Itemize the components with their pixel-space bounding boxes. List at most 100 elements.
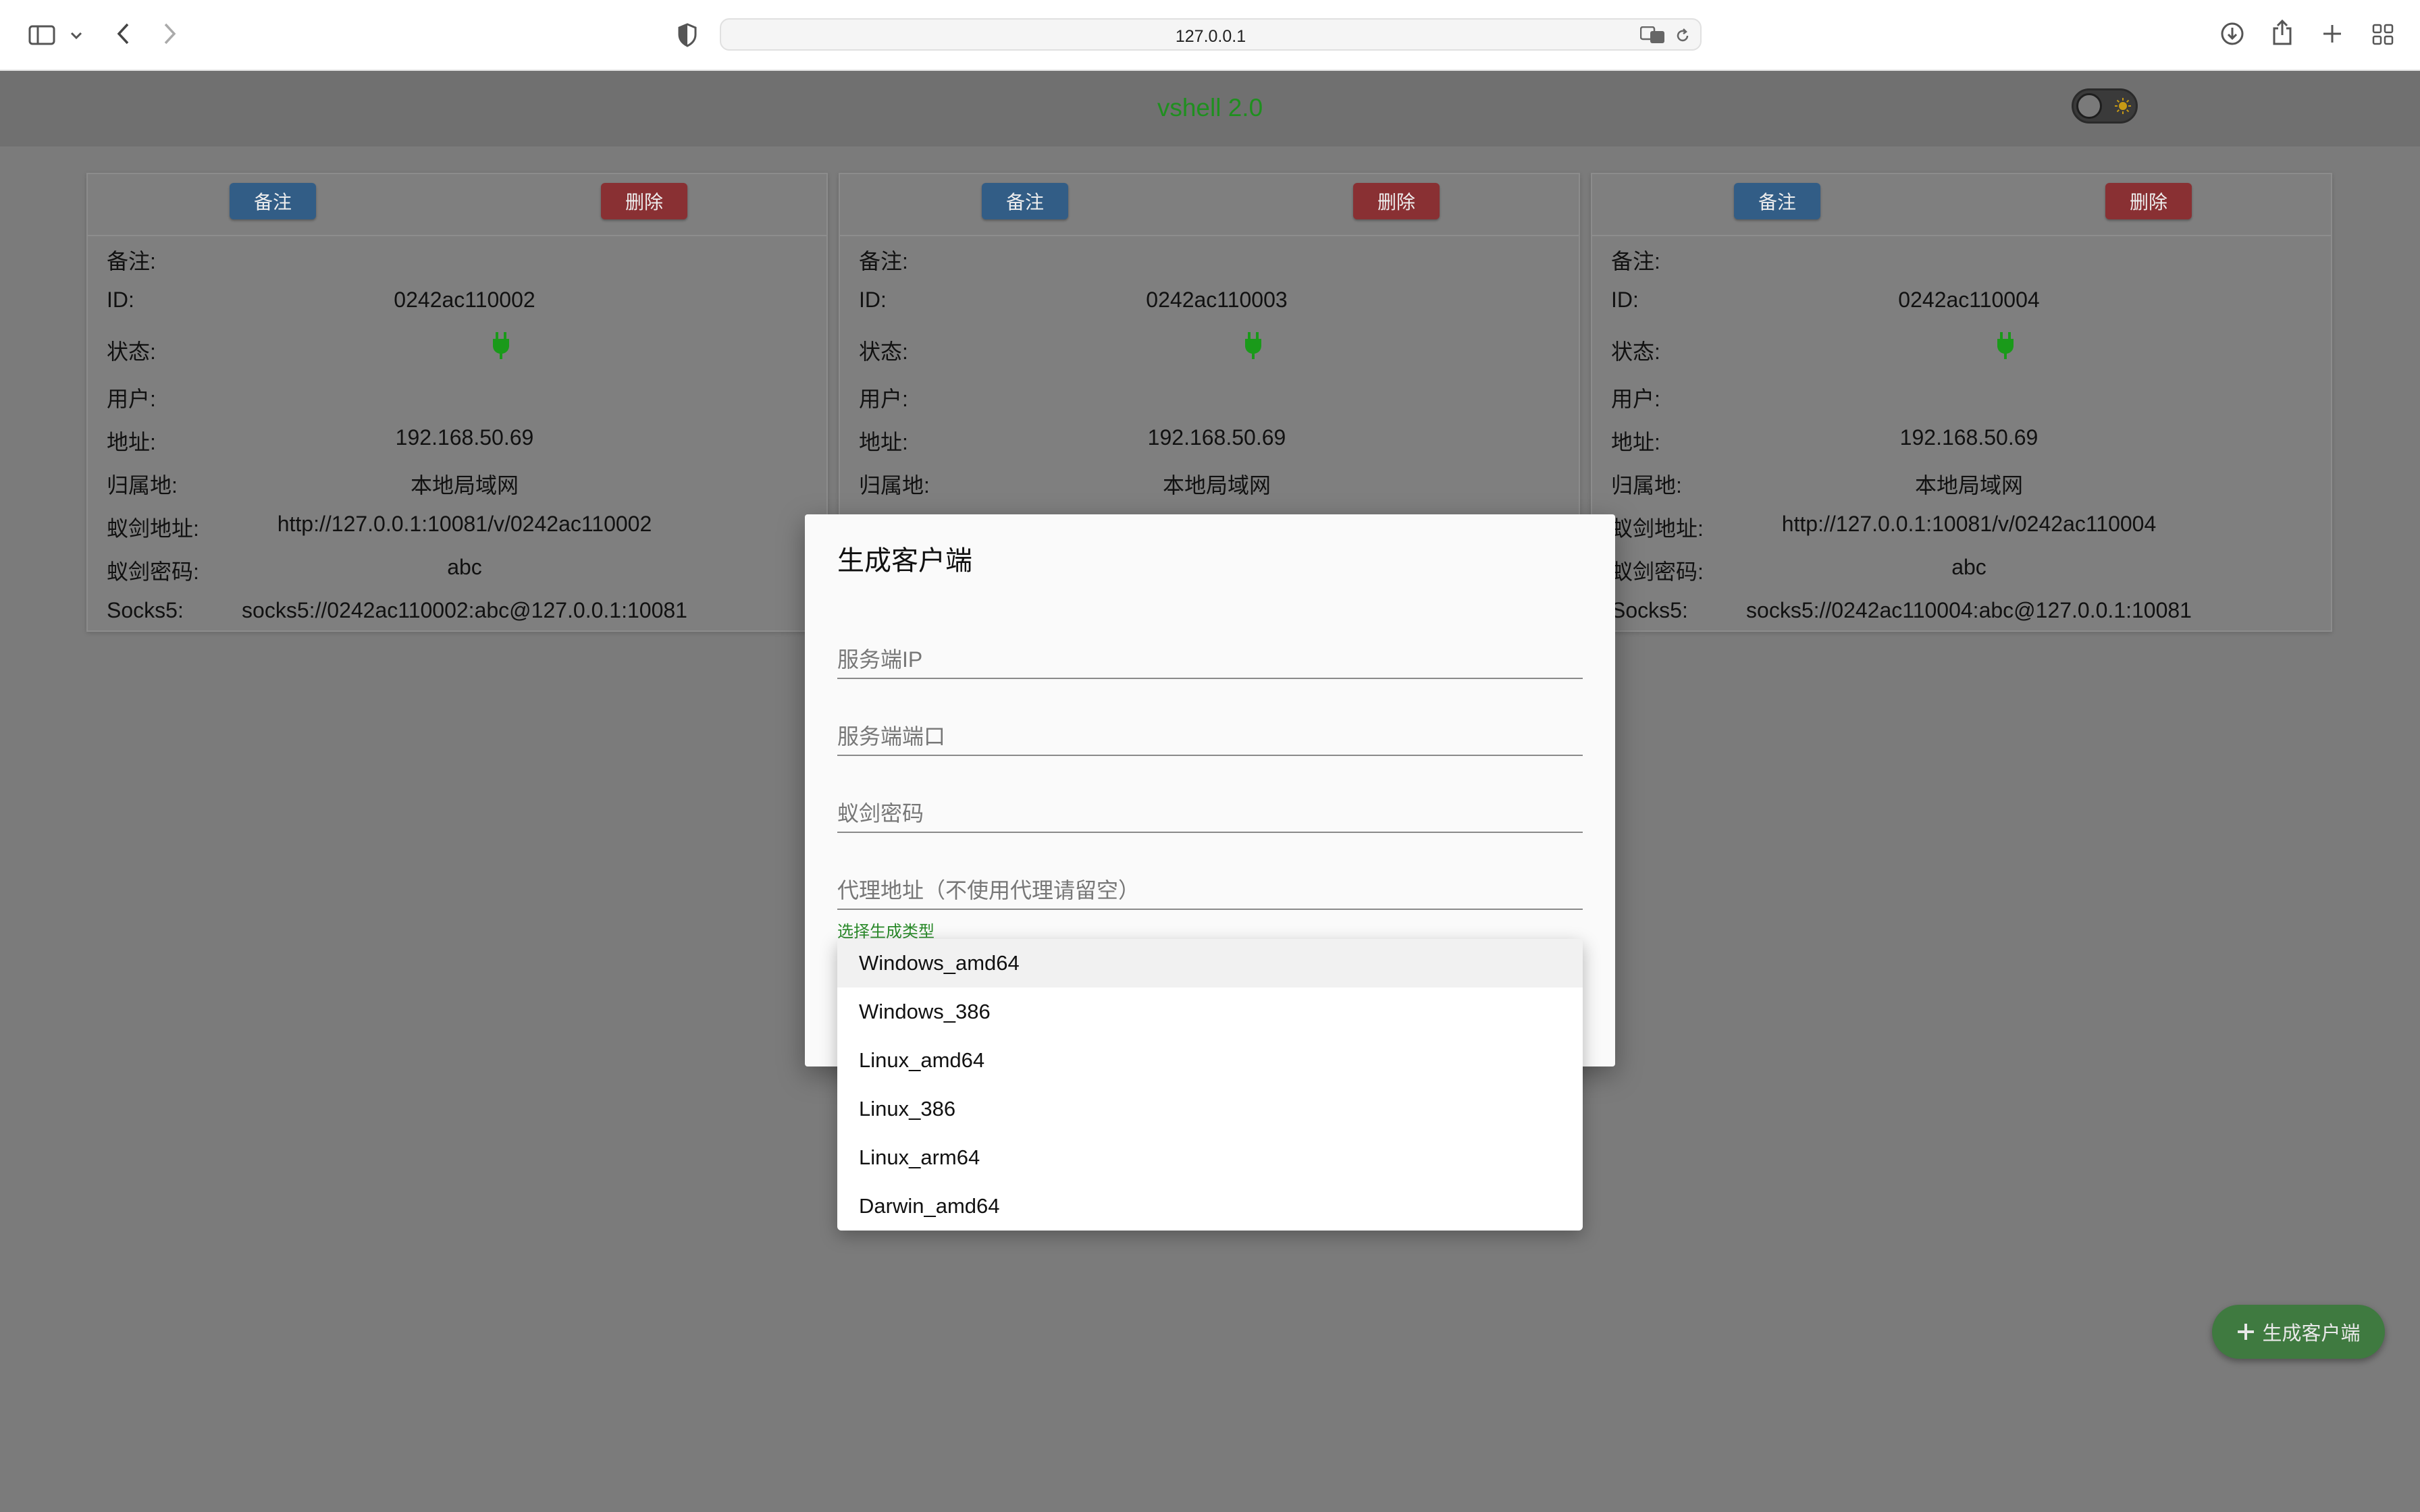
server-port-field[interactable] [837, 716, 1583, 756]
plus-icon [2238, 1324, 2255, 1340]
note-button[interactable]: 备注 [982, 183, 1068, 219]
server-ip-field[interactable] [837, 639, 1583, 679]
card-row-status: 状态: [107, 332, 822, 364]
card-row-note: 备注: [859, 244, 1575, 273]
antsword-password-field[interactable] [837, 792, 1583, 833]
chevron-down-icon[interactable] [68, 27, 85, 45]
app-title: vshell 2.0 [1157, 94, 1263, 122]
delete-button[interactable]: 删除 [601, 183, 687, 219]
plug-connected-icon [1245, 332, 1261, 359]
card-row-location: 归属地: 本地局域网 [1611, 468, 2327, 497]
row-value: 本地局域网 [1162, 473, 1271, 497]
row-value: 0242ac110002 [394, 288, 535, 312]
plug-connected-icon [1997, 332, 2014, 359]
delete-button[interactable]: 删除 [2105, 183, 2192, 219]
dialog-title: 生成客户端 [837, 546, 972, 576]
toggle-knob [2076, 93, 2102, 119]
client-card: 备注 删除 备注: ID: 0242ac110002 状态: 用户: 地址: 192… [86, 173, 828, 632]
card-row-id: ID: 0242ac110002 [107, 288, 822, 315]
menu-item-linux-arm64[interactable]: Linux_arm64 [837, 1133, 1583, 1182]
row-value: abc [1951, 555, 1987, 579]
card-row-note: 备注: [107, 244, 822, 273]
menu-item-linux-386[interactable]: Linux_386 [837, 1085, 1583, 1133]
row-label: 备注: [107, 249, 156, 273]
row-value: 本地局域网 [1914, 473, 2023, 497]
card-row-antsword-url: 蚁剑地址: http://127.0.0.1:10081/v/0242ac1100… [1611, 512, 2327, 541]
proxy-field[interactable] [837, 869, 1583, 910]
fab-label: 生成客户端 [2262, 1323, 2361, 1345]
browser-toolbar: 127.0.0.1 [0, 0, 2420, 71]
menu-item-windows-amd64[interactable]: Windows_amd64 [837, 939, 1583, 988]
row-label: 备注: [1611, 249, 1660, 273]
url-text: 127.0.0.1 [1175, 27, 1246, 46]
menu-item-linux-amd64[interactable]: Linux_amd64 [837, 1036, 1583, 1085]
row-label: 状态: [107, 340, 156, 364]
card-row-user: 用户: [859, 382, 1575, 411]
app-header: vshell 2.0 [0, 71, 2420, 146]
card-row-address: 地址: 192.168.50.69 [859, 425, 1575, 454]
row-label: 用户: [1611, 387, 1660, 411]
card-row-antsword-password: 蚁剑密码: abc [1611, 555, 2327, 584]
card-row-note: 备注: [1611, 244, 2327, 273]
card-row-antsword-password: 蚁剑密码: abc [107, 555, 822, 584]
row-value[interactable]: socks5://0242ac110004:abc@127.0.0.1:1008… [1611, 598, 2327, 623]
client-card: 备注 删除 备注: ID: 0242ac110004 状态: 用户: 地址: 192… [1591, 173, 2332, 632]
proxy-input[interactable] [837, 878, 1583, 903]
row-value: 本地局域网 [410, 473, 519, 497]
theme-toggle[interactable] [2072, 88, 2138, 124]
row-label: 状态: [859, 340, 908, 364]
card-row-address: 地址: 192.168.50.69 [107, 425, 822, 454]
privacy-shield-icon[interactable] [674, 22, 701, 49]
sun-icon [2115, 98, 2131, 114]
card-header: 备注 删除 [88, 174, 826, 236]
card-row-location: 归属地: 本地局域网 [107, 468, 822, 497]
reload-icon[interactable] [1673, 26, 1692, 45]
card-row-id: ID: 0242ac110004 [1611, 288, 2327, 315]
card-row-user: 用户: [1611, 382, 2327, 411]
select-type-label: 选择生成类型 [837, 923, 935, 941]
card-row-address: 地址: 192.168.50.69 [1611, 425, 2327, 454]
back-icon[interactable] [111, 20, 135, 47]
delete-button[interactable]: 删除 [1353, 183, 1440, 219]
row-value: 192.168.50.69 [1899, 425, 2038, 450]
card-row-socks5: Socks5: socks5://0242ac110002:abc@127.0.0… [107, 598, 822, 625]
card-row-user: 用户: [107, 382, 822, 411]
build-type-menu: Windows_amd64 Windows_386 Linux_amd64 Li… [837, 939, 1583, 1231]
row-label: 用户: [859, 387, 908, 411]
address-bar[interactable]: 127.0.0.1 [720, 18, 1702, 51]
row-value: 192.168.50.69 [395, 425, 534, 450]
generate-client-fab[interactable]: 生成客户端 [2212, 1305, 2385, 1359]
row-value: 0242ac110004 [1898, 288, 2040, 312]
card-row-antsword-url: 蚁剑地址: http://127.0.0.1:10081/v/0242ac1100… [107, 512, 822, 541]
forward-icon[interactable] [158, 20, 182, 47]
row-value[interactable]: http://127.0.0.1:10081/v/0242ac110002 [107, 512, 822, 537]
sidebar-icon[interactable] [27, 23, 57, 47]
server-port-input[interactable] [837, 724, 1583, 749]
row-label: 用户: [107, 387, 156, 411]
downloads-icon[interactable] [2219, 20, 2246, 47]
note-button[interactable]: 备注 [230, 183, 316, 219]
note-button[interactable]: 备注 [1734, 183, 1820, 219]
new-tab-icon[interactable] [2320, 22, 2344, 46]
card-row-location: 归属地: 本地局域网 [859, 468, 1575, 497]
share-icon[interactable] [2269, 18, 2296, 47]
translate-icon[interactable] [1639, 26, 1666, 45]
row-value[interactable]: socks5://0242ac110002:abc@127.0.0.1:1008… [107, 598, 822, 623]
tab-overview-icon[interactable] [2370, 22, 2396, 47]
row-value[interactable]: http://127.0.0.1:10081/v/0242ac110004 [1611, 512, 2327, 537]
card-row-status: 状态: [1611, 332, 2327, 364]
card-row-id: ID: 0242ac110003 [859, 288, 1575, 315]
row-value: abc [447, 555, 482, 579]
card-row-socks5: Socks5: socks5://0242ac110004:abc@127.0.0… [1611, 598, 2327, 625]
card-header: 备注 删除 [840, 174, 1579, 236]
menu-item-darwin-amd64[interactable]: Darwin_amd64 [837, 1182, 1583, 1231]
server-ip-input[interactable] [837, 647, 1583, 672]
card-row-status: 状态: [859, 332, 1575, 364]
card-header: 备注 删除 [1592, 174, 2331, 236]
plug-connected-icon [493, 332, 509, 359]
row-value: 0242ac110003 [1146, 288, 1288, 312]
menu-item-windows-386[interactable]: Windows_386 [837, 988, 1583, 1036]
row-label: 备注: [859, 249, 908, 273]
row-value: 192.168.50.69 [1147, 425, 1286, 450]
antsword-password-input[interactable] [837, 801, 1583, 826]
